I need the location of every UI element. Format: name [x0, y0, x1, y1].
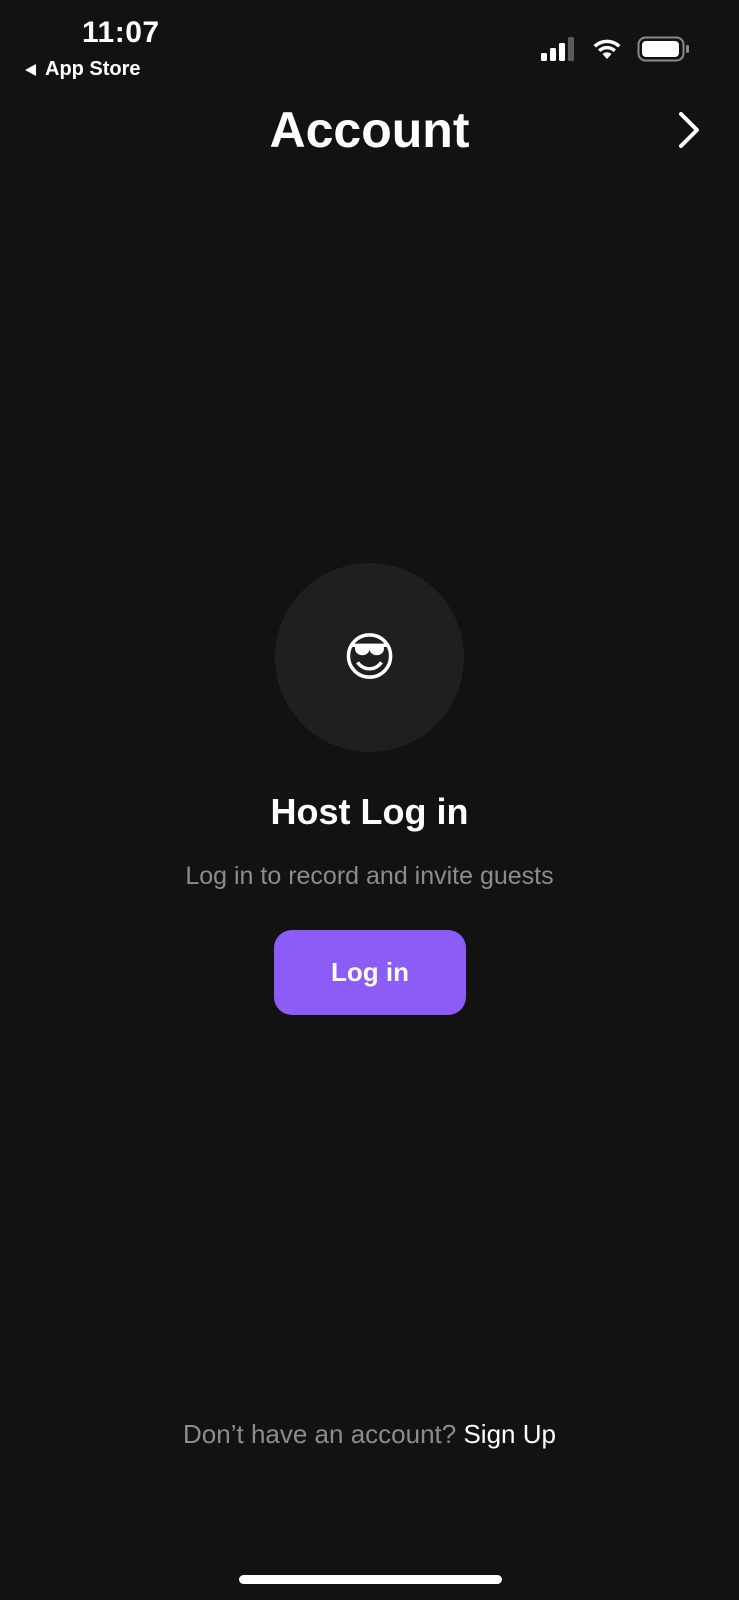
signup-row: Don’t have an account? Sign Up [0, 1417, 739, 1451]
sunglasses-emoji-icon: 😎 [342, 628, 397, 687]
battery-icon [637, 36, 689, 62]
status-icons [541, 36, 691, 62]
signup-prompt: Don’t have an account? [183, 1419, 457, 1449]
avatar: 😎 [275, 563, 464, 752]
page-title: Account [269, 102, 470, 158]
wifi-icon [593, 39, 621, 59]
signup-link[interactable]: Sign Up [463, 1419, 556, 1449]
signal-icon [541, 37, 574, 61]
chevron-right-icon [679, 112, 699, 148]
home-indicator[interactable] [239, 1575, 502, 1584]
host-login-title: Host Log in [270, 791, 469, 832]
back-app-label: App Store [45, 58, 141, 80]
back-triangle-icon [25, 63, 36, 76]
back-to-app-store[interactable]: App Store [24, 58, 141, 81]
login-button[interactable]: Log in [274, 930, 466, 1015]
status-time: 11:07 [82, 16, 160, 49]
next-button[interactable] [669, 110, 709, 150]
host-login-subtitle: Log in to record and invite guests [185, 862, 554, 890]
